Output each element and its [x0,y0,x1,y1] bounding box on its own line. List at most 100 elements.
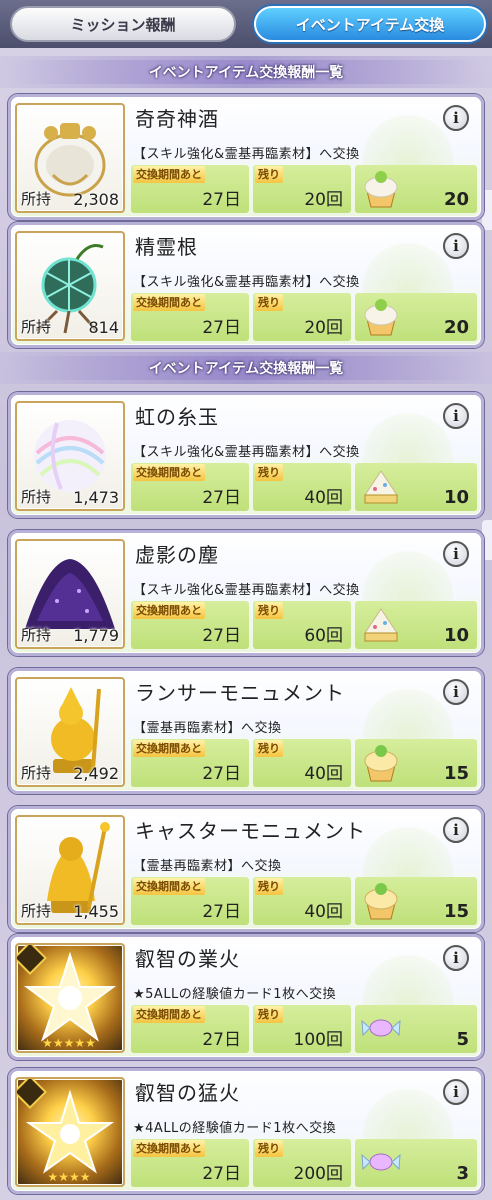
info-icon[interactable]: i [443,105,469,131]
period-value: 27日 [202,190,241,210]
info-icon[interactable]: i [443,233,469,259]
period-value: 27日 [202,318,241,338]
item-description: 【スキル強化&霊基再臨素材】へ交換 [133,445,360,460]
owned-count: 2,492 [73,764,119,783]
remaining-label: 残り [255,602,283,619]
item-description: 【霊基再臨素材】へ交換 [133,721,282,736]
section-header: イベントアイテム交換報酬一覧 [0,352,492,384]
cupcake-yellow-icon [361,879,401,925]
item-description: 【スキル強化&霊基再臨素材】へ交換 [133,583,360,598]
ghost-dust-icon: 所持 1,779 [15,539,125,649]
period-label: 交換期間あと [133,294,205,311]
period-box: 交換期間あと 27日 [131,877,249,925]
candy-icon [361,1141,401,1187]
remaining-value: 100回 [293,1030,343,1050]
rainbow-yarn-icon: 所持 1,473 [15,401,125,511]
period-label: 交換期間あと [133,878,205,895]
item-name: ランサーモニュメント [135,681,345,705]
exchange-item-card[interactable]: 所持 814 精霊根 i 【スキル強化&霊基再臨素材】へ交換 交換期間あと 27… [8,222,484,348]
period-box: 交換期間あと 27日 [131,1139,249,1187]
cost-value: 5 [456,1029,469,1050]
item-name: キャスターモニュメント [135,819,366,843]
remaining-box: 残り 40回 [253,463,351,511]
cost-value: 15 [443,763,469,784]
exchange-stats: 交換期間あと 27日 残り 200回 3 [131,1139,477,1187]
cost-value: 20 [443,317,469,338]
exchange-item-card[interactable]: 所持 2,308 奇奇神酒 i 【スキル強化&霊基再臨素材】へ交換 交換期間あと… [8,94,484,220]
cost-value: 15 [443,901,469,922]
info-icon[interactable]: i [443,403,469,429]
owned-label: 所持 [21,626,52,644]
owned-count: 814 [88,318,119,337]
owned-count: 1,455 [73,902,119,921]
exchange-stats: 交換期間あと 27日 残り 40回 15 [131,739,477,787]
remaining-label: 残り [255,294,283,311]
exchange-item-card[interactable]: ★★★★★ 所持 叡智の業火 i ★5ALLの経験値カード1枚へ交換 交換期間あ… [8,934,484,1060]
info-icon[interactable]: i [443,541,469,567]
remaining-box: 残り 40回 [253,877,351,925]
info-icon[interactable]: i [443,679,469,705]
remaining-value: 40回 [304,902,343,922]
period-box: 交換期間あと 27日 [131,293,249,341]
remaining-value: 20回 [304,190,343,210]
cake-slice-icon [361,603,401,649]
svg-text:★★★★★: ★★★★★ [42,1036,96,1050]
cupcake-yellow-icon [361,741,401,787]
owned-label: 所持 [21,764,52,782]
period-box: 交換期間あと 27日 [131,739,249,787]
cost-box: 15 [355,877,477,925]
remaining-label: 残り [255,740,283,757]
cost-box: 20 [355,293,477,341]
exp-card-5star-icon: ★★★★★ 所持 [15,943,125,1053]
exchange-stats: 交換期間あと 27日 残り 60回 10 [131,601,477,649]
exchange-stats: 交換期間あと 27日 残り 20回 20 [131,165,477,213]
lancer-monument-icon: 所持 2,492 [15,677,125,787]
remaining-value: 40回 [304,488,343,508]
exchange-stats: 交換期間あと 27日 残り 100回 5 [131,1005,477,1053]
period-value: 27日 [202,1164,241,1184]
info-icon[interactable]: i [443,1079,469,1105]
cupcake-green-icon [361,295,401,341]
exchange-item-card[interactable]: 所持 1,473 虹の糸玉 i 【スキル強化&霊基再臨素材】へ交換 交換期間あと… [8,392,484,518]
cost-value: 20 [443,189,469,210]
remaining-value: 60回 [304,626,343,646]
exchange-item-card[interactable]: 所持 1,779 虚影の塵 i 【スキル強化&霊基再臨素材】へ交換 交換期間あと… [8,530,484,656]
tab-event-item-exchange[interactable]: イベントアイテム交換 [254,6,486,42]
info-icon[interactable]: i [443,945,469,971]
remaining-value: 40回 [304,764,343,784]
item-description: ★4ALLの経験値カード1枚へ交換 [133,1121,337,1136]
owned-count: 1,473 [73,488,119,507]
remaining-label: 残り [255,1140,283,1157]
tab-mission-rewards[interactable]: ミッション報酬 [10,6,236,42]
cost-box: 3 [355,1139,477,1187]
remaining-box: 残り 20回 [253,165,351,213]
period-label: 交換期間あと [133,740,205,757]
item-description: ★5ALLの経験値カード1枚へ交換 [133,987,337,1002]
exp-card-4star-icon: ★★★★ 所持 [15,1077,125,1187]
period-value: 27日 [202,902,241,922]
remaining-label: 残り [255,166,283,183]
remaining-box: 残り 20回 [253,293,351,341]
exchange-item-card[interactable]: ★★★★ 所持 叡智の猛火 i ★4ALLの経験値カード1枚へ交換 交換期間あと… [8,1068,484,1194]
remaining-label: 残り [255,878,283,895]
info-icon[interactable]: i [443,817,469,843]
item-name: 叡智の猛火 [135,1081,240,1105]
period-label: 交換期間あと [133,1006,205,1023]
section-title: イベントアイテム交換報酬一覧 [148,65,344,81]
period-box: 交換期間あと 27日 [131,601,249,649]
cost-box: 20 [355,165,477,213]
item-description: 【スキル強化&霊基再臨素材】へ交換 [133,147,360,162]
cost-value: 3 [456,1163,469,1184]
candy-icon [361,1007,401,1053]
item-name: 奇奇神酒 [135,107,219,131]
spirit-root-icon: 所持 814 [15,231,125,341]
period-value: 27日 [202,1030,241,1050]
cost-value: 10 [443,487,469,508]
period-box: 交換期間あと 27日 [131,463,249,511]
item-name: 虹の糸玉 [135,405,219,429]
period-label: 交換期間あと [133,1140,205,1157]
exchange-item-card[interactable]: 所持 2,492 ランサーモニュメント i 【霊基再臨素材】へ交換 交換期間あと… [8,668,484,794]
period-value: 27日 [202,764,241,784]
remaining-value: 20回 [304,318,343,338]
exchange-item-card[interactable]: 所持 1,455 キャスターモニュメント i 【霊基再臨素材】へ交換 交換期間あ… [8,806,484,932]
